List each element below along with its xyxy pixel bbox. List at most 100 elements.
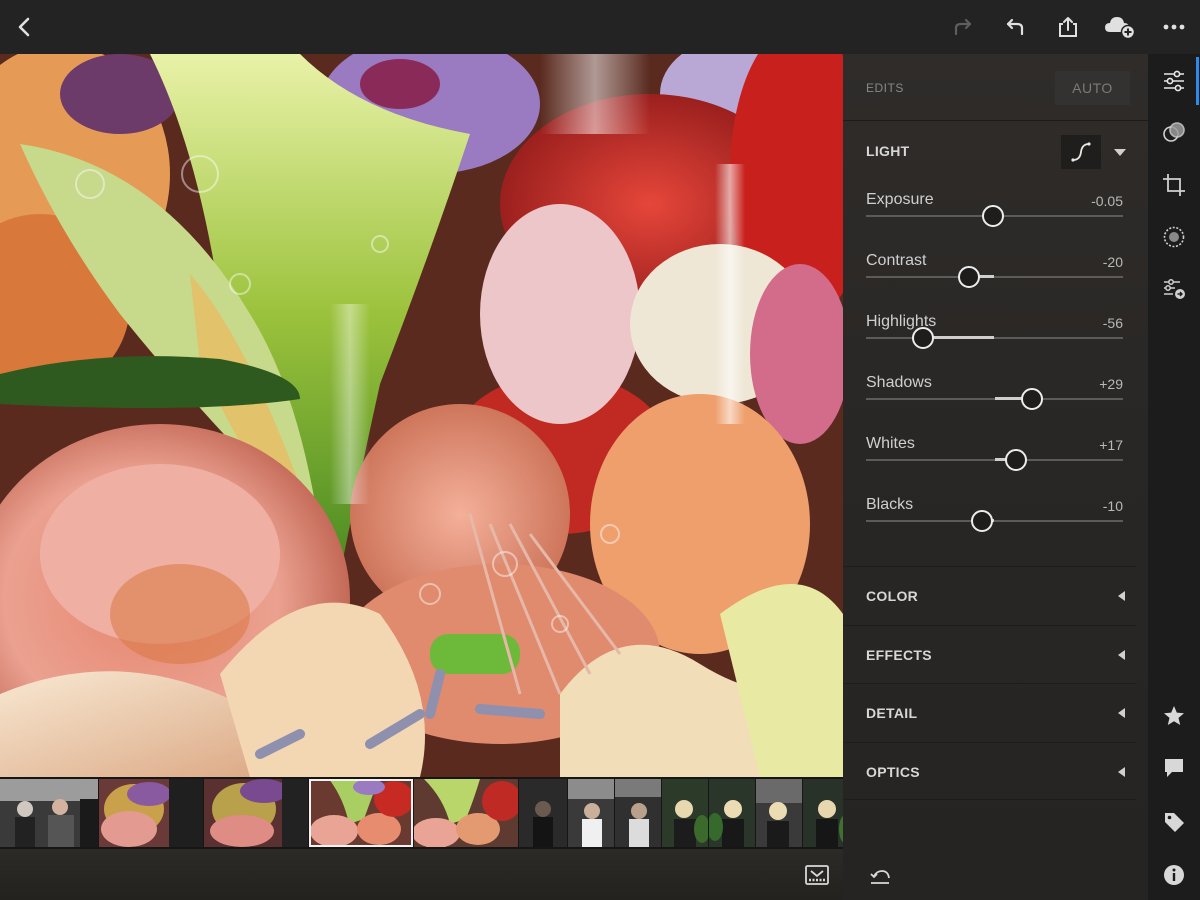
slider-thumb[interactable] — [1020, 388, 1043, 410]
info-icon — [1164, 865, 1184, 885]
info-button[interactable] — [1148, 851, 1200, 899]
slider-thumb[interactable] — [970, 510, 993, 532]
slider-label: Blacks — [866, 496, 914, 513]
detail-section-title: DETAIL — [866, 705, 918, 721]
filmstrip-thumb-selected[interactable] — [309, 779, 413, 847]
filmstrip-thumb[interactable] — [615, 779, 661, 847]
slider-track[interactable] — [866, 337, 1123, 339]
cloud-add-icon — [1105, 17, 1136, 39]
keywords-button[interactable] — [1148, 798, 1200, 846]
share-icon — [1059, 17, 1077, 37]
thumbnail-image — [615, 779, 661, 847]
filmstrip — [0, 777, 843, 849]
filmstrip-thumb[interactable] — [709, 779, 755, 847]
slider-contrast[interactable]: Contrast -20 — [843, 252, 1148, 313]
thumbnail-image — [204, 779, 308, 847]
slider-blacks[interactable]: Blacks -10 — [843, 496, 1148, 557]
star-icon — [1164, 706, 1184, 725]
filmstrip-thumb[interactable] — [756, 779, 802, 847]
slider-label: Shadows — [866, 374, 932, 391]
slider-thumb[interactable] — [911, 327, 934, 349]
slider-value[interactable]: -0.05 — [1091, 193, 1123, 209]
filmstrip-thumb[interactable] — [204, 779, 308, 847]
slider-thumb[interactable] — [957, 266, 980, 288]
selective-tool-button[interactable] — [1148, 213, 1200, 261]
thumbnail-image — [662, 779, 708, 847]
edit-tool-button[interactable] — [1148, 57, 1200, 105]
optics-section-title: OPTICS — [866, 764, 920, 780]
slider-highlights[interactable]: Highlights -56 — [843, 313, 1148, 374]
rating-button[interactable] — [1148, 692, 1200, 740]
tone-curve-button[interactable] — [1061, 135, 1101, 169]
top-toolbar — [0, 0, 1200, 54]
filmstrip-thumb[interactable] — [803, 779, 843, 847]
comments-button[interactable] — [1148, 744, 1200, 792]
filmstrip-thumb[interactable] — [662, 779, 708, 847]
slider-exposure[interactable]: Exposure -0.05 — [843, 191, 1148, 252]
slider-value[interactable]: -20 — [1103, 254, 1123, 270]
light-section-header[interactable]: LIGHT — [843, 122, 1148, 178]
slider-track[interactable] — [866, 276, 1123, 278]
slider-track[interactable] — [866, 520, 1123, 522]
edits-header: EDITS AUTO — [843, 54, 1148, 121]
bottom-bar — [0, 849, 843, 900]
slider-thumb[interactable] — [1005, 449, 1028, 471]
more-horizontal-icon — [1163, 24, 1185, 30]
expand-caret-icon — [1118, 650, 1125, 660]
slider-label: Whites — [866, 435, 915, 452]
color-mix-icon — [1163, 122, 1185, 142]
filmstrip-thumb[interactable] — [414, 779, 518, 847]
more-button[interactable] — [1152, 0, 1196, 54]
sliders-icon — [1164, 70, 1184, 92]
color-mix-tool-button[interactable] — [1148, 109, 1200, 157]
slider-label: Contrast — [866, 252, 927, 269]
share-button[interactable] — [1046, 0, 1090, 54]
thumbnail-image — [414, 779, 518, 847]
crop-tool-button[interactable] — [1148, 161, 1200, 209]
slider-whites[interactable]: Whites +17 — [843, 435, 1148, 496]
slider-value[interactable]: -56 — [1103, 315, 1123, 331]
thumbnail-image — [803, 779, 843, 847]
thumbnail-image — [756, 779, 802, 847]
optics-section[interactable]: OPTICS — [843, 742, 1136, 800]
cloud-sync-button[interactable] — [1098, 0, 1142, 54]
thumbnail-image — [0, 779, 98, 847]
selective-icon — [1163, 226, 1185, 248]
slider-shadows[interactable]: Shadows +29 — [843, 374, 1148, 435]
presets-tool-button[interactable] — [1148, 265, 1200, 313]
effects-section[interactable]: EFFECTS — [843, 625, 1136, 683]
filmstrip-thumb[interactable] — [0, 779, 98, 847]
expand-caret-icon — [1118, 591, 1125, 601]
slider-value[interactable]: +29 — [1099, 376, 1123, 392]
filmstrip-thumb[interactable] — [568, 779, 614, 847]
auto-button[interactable]: AUTO — [1055, 71, 1130, 105]
chevron-left-icon — [18, 17, 30, 37]
color-section-title: COLOR — [866, 588, 919, 604]
redo-button[interactable] — [941, 0, 985, 54]
undo-icon — [1006, 18, 1024, 36]
undo-button[interactable] — [993, 0, 1037, 54]
tag-icon — [1165, 813, 1184, 832]
slider-value[interactable]: +17 — [1099, 437, 1123, 453]
slider-thumb[interactable] — [982, 205, 1005, 227]
thumbnail-image — [568, 779, 614, 847]
redo-icon — [954, 18, 972, 36]
tone-curve-icon — [1071, 142, 1091, 162]
filmstrip-thumb[interactable] — [519, 779, 567, 847]
color-section[interactable]: COLOR — [843, 566, 1136, 624]
photo-canvas[interactable] — [0, 54, 843, 777]
reset-button[interactable] — [866, 864, 894, 890]
thumbnail-image — [519, 779, 567, 847]
thumbnail-image — [709, 779, 755, 847]
filmstrip-toggle-button[interactable] — [800, 862, 834, 888]
collapse-caret-icon[interactable] — [1113, 147, 1127, 157]
back-button[interactable] — [2, 0, 46, 54]
slider-value[interactable]: -10 — [1103, 498, 1123, 514]
filmstrip-thumb[interactable] — [99, 779, 203, 847]
reset-icon — [870, 870, 890, 884]
expand-caret-icon — [1118, 708, 1125, 718]
edits-panel: EDITS AUTO LIGHT Exposure -0.05 Contrast -2… — [843, 54, 1148, 900]
thumbnail-image — [99, 779, 203, 847]
detail-section[interactable]: DETAIL — [843, 683, 1136, 741]
thumbnail-image — [309, 779, 413, 847]
